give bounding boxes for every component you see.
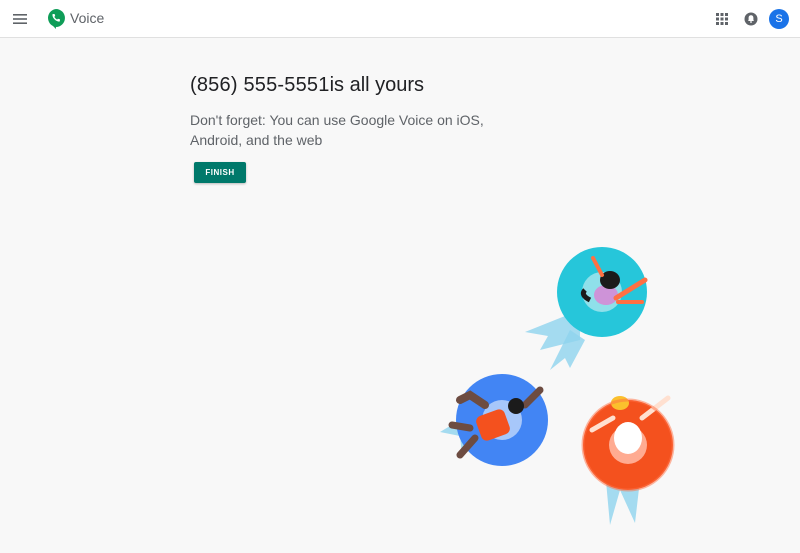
phone-number: (856) 555-5551	[190, 74, 330, 96]
voice-logo-icon[interactable]	[47, 9, 65, 29]
float-blue	[440, 374, 548, 466]
avatar[interactable]: S	[769, 9, 789, 29]
app-title[interactable]: Voice	[70, 10, 104, 26]
menu-icon[interactable]	[13, 12, 27, 26]
app-bar: Voice S	[0, 0, 800, 38]
subtitle-text: Don't forget: You can use Google Voice o…	[190, 112, 484, 148]
headline-suffix: is all yours	[329, 74, 425, 96]
float-teal	[525, 247, 648, 370]
finish-button[interactable]: FINISH	[194, 162, 246, 183]
bell-icon[interactable]	[744, 12, 758, 26]
apps-grid-icon[interactable]	[716, 13, 728, 25]
page-title: (856) 555-5551is all yours	[190, 74, 424, 97]
pool-floats-illustration	[440, 247, 675, 525]
float-orange	[581, 395, 675, 525]
